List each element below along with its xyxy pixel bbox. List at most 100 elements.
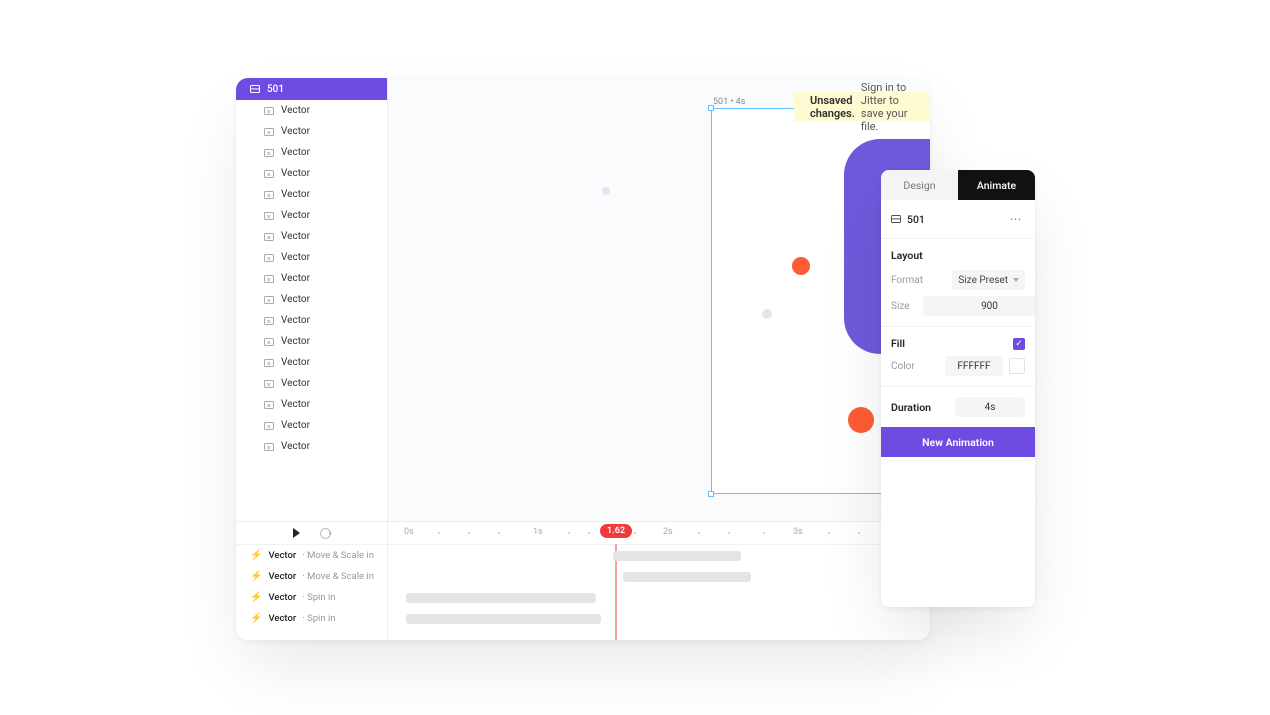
layer-item-label: Vector (281, 357, 310, 368)
layer-item-label: Vector (281, 210, 310, 221)
playhead-badge[interactable]: 1.62 (600, 524, 632, 538)
image-icon (264, 233, 274, 241)
track-bar[interactable] (613, 551, 741, 561)
new-animation-button[interactable]: New Animation (881, 427, 1035, 457)
timeline-ruler[interactable]: 0s 1s 2s 3s 1.62 (388, 522, 930, 545)
layer-item-label: Vector (281, 399, 310, 410)
bolt-icon: ⚡ (250, 550, 262, 561)
loop-button[interactable] (320, 528, 331, 539)
duration-input[interactable] (955, 397, 1025, 417)
fill-checkbox[interactable]: ✓ (1013, 338, 1025, 350)
selected-frame-label: 501 (907, 213, 925, 226)
track-bar[interactable] (623, 572, 751, 582)
timeline-track-label[interactable]: ⚡Vector · Spin in (236, 608, 387, 629)
timeline-track-label[interactable]: ⚡Vector · Spin in (236, 587, 387, 608)
notice-signin-link[interactable]: Sign in to Jitter to save your file. (861, 81, 914, 133)
layer-item[interactable]: Vector (236, 142, 387, 163)
layer-item-label: Vector (281, 168, 310, 179)
layer-item-label: Vector (281, 441, 310, 452)
layer-root-label: 501 (267, 84, 284, 95)
image-icon (264, 359, 274, 367)
ruler-tick-3: 3s (793, 527, 803, 537)
layer-item-label: Vector (281, 252, 310, 263)
layer-item[interactable]: Vector (236, 100, 387, 121)
selection-handle-tl[interactable] (708, 105, 714, 111)
layer-item-label: Vector (281, 294, 310, 305)
layers-panel: 501 VectorVectorVectorVectorVectorVector… (236, 78, 388, 521)
timeline-controls (236, 522, 387, 545)
width-input[interactable] (923, 296, 1035, 316)
timeline-track-label[interactable]: ⚡Vector · Move & Scale in (236, 545, 387, 566)
unsaved-notice: Unsaved changes. Sign in to Jitter to sa… (794, 92, 930, 122)
layer-item[interactable]: Vector (236, 352, 387, 373)
more-button[interactable]: ⋯ (1007, 210, 1025, 228)
layer-item[interactable]: Vector (236, 121, 387, 142)
layer-item[interactable]: Vector (236, 289, 387, 310)
section-frame: 501 ⋯ (881, 200, 1035, 239)
image-icon (264, 170, 274, 178)
fill-title: Fill (891, 337, 905, 350)
image-icon (264, 296, 274, 304)
image-icon (264, 149, 274, 157)
canvas[interactable]: 501 • 4s Unsaved changes. Sign in to Jit… (388, 78, 930, 521)
layer-list: Vector Vector Vector Vector Vector Vector Vect… (236, 100, 387, 457)
ruler-tick-1: 1s (533, 527, 543, 537)
image-icon (264, 254, 274, 262)
ruler-tick-0: 0s (404, 527, 414, 537)
size-label: Size (891, 296, 923, 316)
format-select[interactable]: Size Preset (952, 270, 1025, 290)
format-value: Size Preset (958, 275, 1008, 286)
color-swatch[interactable] (1009, 358, 1025, 374)
panel-tabs: Design Animate (881, 170, 1035, 200)
layer-item[interactable]: Vector (236, 436, 387, 457)
layer-item-label: Vector (281, 273, 310, 284)
layer-item[interactable]: Vector (236, 205, 387, 226)
layer-item[interactable]: Vector (236, 163, 387, 184)
layer-item[interactable]: Vector (236, 310, 387, 331)
layer-item[interactable]: Vector (236, 247, 387, 268)
layer-item[interactable]: Vector (236, 226, 387, 247)
track-layer-name: Vector (268, 550, 296, 561)
layer-item-label: Vector (281, 126, 310, 137)
track-anim-name: · Spin in (302, 592, 335, 603)
ruler-dot (438, 532, 440, 534)
tab-design[interactable]: Design (881, 170, 958, 200)
color-input[interactable] (945, 356, 1003, 376)
track-bar[interactable] (406, 614, 601, 624)
track-bar[interactable] (406, 593, 596, 603)
app-window: 501 VectorVectorVectorVectorVectorVector… (236, 78, 930, 640)
layer-item-label: Vector (281, 105, 310, 116)
art-circle-orange-1 (792, 257, 810, 275)
timeline-right: 0s 1s 2s 3s 1.62 (388, 522, 930, 640)
selection-handle-bl[interactable] (708, 491, 714, 497)
layer-item-label: Vector (281, 378, 310, 389)
ruler-dot (728, 532, 730, 534)
selected-frame[interactable]: 501 (891, 213, 925, 226)
layer-item[interactable]: Vector (236, 184, 387, 205)
layer-item-label: Vector (281, 147, 310, 158)
image-icon (264, 401, 274, 409)
frame-icon (250, 85, 260, 93)
layer-item-label: Vector (281, 189, 310, 200)
layer-item-label: Vector (281, 231, 310, 242)
format-label: Format (891, 275, 923, 286)
image-icon (264, 443, 274, 451)
ruler-dot (634, 532, 636, 534)
layer-item[interactable]: Vector (236, 268, 387, 289)
layer-item[interactable]: Vector (236, 394, 387, 415)
layer-item[interactable]: Vector (236, 415, 387, 436)
layer-item[interactable]: Vector (236, 373, 387, 394)
layer-item[interactable]: Vector (236, 331, 387, 352)
layer-root-frame[interactable]: 501 (236, 78, 387, 100)
layer-item-label: Vector (281, 336, 310, 347)
timeline-track-label[interactable]: ⚡Vector · Move & Scale in (236, 566, 387, 587)
tab-animate[interactable]: Animate (958, 170, 1035, 200)
layer-item-label: Vector (281, 315, 310, 326)
properties-panel: Design Animate 501 ⋯ Layout Format Size … (881, 170, 1035, 607)
notice-bold: Unsaved changes. (810, 94, 855, 120)
duration-title: Duration (891, 401, 931, 414)
image-icon (264, 212, 274, 220)
track-anim-name: · Move & Scale in (302, 571, 374, 582)
play-button[interactable] (293, 528, 300, 538)
ruler-dot (858, 532, 860, 534)
